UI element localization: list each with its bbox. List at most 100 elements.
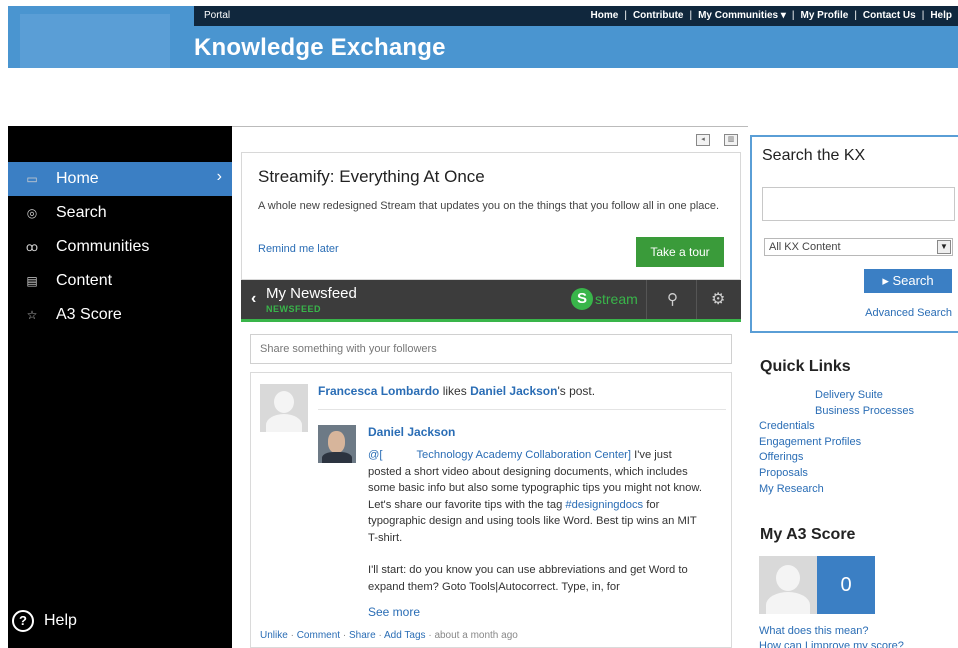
- quick-link[interactable]: Delivery Suite: [759, 388, 914, 404]
- nav-separator: |: [689, 10, 693, 21]
- share-link[interactable]: Share: [349, 630, 376, 641]
- top-nav: Home | Contribute | My Communities ▾ | M…: [591, 10, 952, 21]
- site-title[interactable]: Knowledge Exchange: [194, 34, 446, 62]
- newsfeed-subtitle: NEWSFEED: [266, 304, 322, 314]
- search-panel: Search the KX All KX Content ▼ ▸ Search …: [750, 135, 958, 333]
- document-icon: ▤: [26, 274, 38, 288]
- nav-separator: |: [791, 10, 795, 21]
- nav-separator: |: [921, 10, 925, 21]
- nav-separator: |: [624, 10, 627, 21]
- nav-separator: |: [854, 10, 857, 21]
- take-tour-button[interactable]: Take a tour: [636, 237, 724, 267]
- newsfeed-title: My Newsfeed: [266, 285, 357, 302]
- avatar[interactable]: [260, 384, 308, 432]
- quick-link[interactable]: Engagement Profiles: [759, 435, 914, 451]
- sidebar-item-content[interactable]: ▤ Content: [8, 264, 232, 298]
- promo-card: Streamify: Everything At Once A whole ne…: [241, 152, 741, 280]
- unlike-link[interactable]: Unlike: [260, 630, 288, 641]
- sidebar-item-label: Search: [56, 204, 107, 221]
- comment-link[interactable]: Comment: [297, 630, 340, 641]
- top-nav-my-profile[interactable]: My Profile: [801, 10, 849, 21]
- play-icon: ▸: [882, 273, 889, 288]
- help-label: Help: [44, 612, 77, 629]
- post-timestamp: about a month ago: [434, 630, 518, 641]
- actor-link[interactable]: Francesca Lombardo: [318, 384, 439, 398]
- gear-icon[interactable]: ⚙: [711, 289, 725, 309]
- promo-description: A whole new redesigned Stream that updat…: [258, 200, 720, 212]
- promo-title: Streamify: Everything At Once: [258, 167, 485, 186]
- add-tags-link[interactable]: Add Tags: [384, 630, 426, 641]
- post-paragraph: I'll start: do you know you can use abbr…: [368, 564, 688, 593]
- target-link[interactable]: Daniel Jackson: [470, 384, 557, 398]
- back-chevron-icon[interactable]: ‹: [251, 290, 256, 308]
- advanced-search-link[interactable]: Advanced Search: [865, 307, 952, 319]
- divider: [696, 280, 697, 319]
- top-nav-my-communities[interactable]: My Communities ▾: [698, 10, 786, 21]
- sidebar-item-label: Communities: [56, 238, 150, 255]
- page: Portal Home | Contribute | My Communitie…: [0, 0, 958, 648]
- quick-link[interactable]: Credentials: [759, 419, 914, 435]
- quick-link[interactable]: Offerings: [759, 450, 914, 466]
- remind-later-link[interactable]: Remind me later: [258, 243, 339, 255]
- sidebar-item-label: Home: [56, 170, 99, 187]
- mention-prefix: @[: [368, 449, 383, 461]
- avatar[interactable]: [759, 556, 817, 614]
- post-activity: Francesca Lombardo likes Daniel Jackson'…: [318, 384, 595, 398]
- search-input[interactable]: [762, 187, 955, 221]
- stream-logo: S stream: [571, 288, 638, 310]
- sidebar-item-label: Content: [56, 272, 113, 289]
- sidebar-item-a3-score[interactable]: ☆ A3 Score: [8, 298, 232, 332]
- sidebar-item-label: A3 Score: [56, 306, 122, 323]
- portal-label: Portal: [204, 10, 231, 21]
- post-paragraph: @[ Technology Academy Collaboration Cente…: [368, 447, 703, 546]
- search-button[interactable]: ▸ Search: [864, 269, 952, 293]
- search-scope-select[interactable]: All KX Content ▼: [764, 238, 953, 256]
- top-nav-contribute[interactable]: Contribute: [633, 10, 684, 21]
- sidebar-item-search[interactable]: ◎ Search: [8, 196, 232, 230]
- mention-link[interactable]: Technology Academy Collaboration Center]: [416, 449, 631, 461]
- quick-links-title: Quick Links: [760, 358, 851, 375]
- top-nav-contact-us[interactable]: Contact Us: [863, 10, 916, 21]
- improve-score-link[interactable]: How can I improve my score?: [759, 639, 904, 648]
- chevron-down-icon: ▼: [937, 240, 951, 254]
- quick-link[interactable]: Proposals: [759, 466, 914, 482]
- author-link[interactable]: Daniel Jackson: [368, 425, 455, 439]
- sidebar-item-home[interactable]: ▭ Home ›: [8, 162, 232, 196]
- top-nav-help[interactable]: Help: [930, 10, 952, 21]
- feed-post: Francesca Lombardo likes Daniel Jackson'…: [250, 372, 732, 648]
- see-more-link[interactable]: See more: [368, 605, 420, 619]
- what-does-this-mean-link[interactable]: What does this mean?: [759, 624, 904, 639]
- home-icon: ▭: [26, 172, 38, 186]
- top-nav-home[interactable]: Home: [591, 10, 619, 21]
- a3-links: What does this mean? How can I improve m…: [759, 624, 904, 648]
- communities-icon: ꝏ: [25, 240, 39, 254]
- search-icon[interactable]: ⚲: [667, 290, 678, 308]
- brand-logo-area: [20, 14, 170, 68]
- a3-score-title: My A3 Score: [760, 526, 856, 543]
- collapse-icon[interactable]: ◂: [696, 134, 710, 146]
- search-scope-value: All KX Content: [769, 241, 841, 253]
- author-avatar[interactable]: [318, 425, 356, 463]
- top-header: Portal Home | Contribute | My Communitie…: [8, 6, 958, 68]
- search-panel-title: Search the KX: [762, 147, 866, 164]
- sidebar-item-communities[interactable]: ꝏ Communities: [8, 230, 232, 264]
- quick-link[interactable]: Business Processes: [759, 404, 914, 420]
- quick-link[interactable]: My Research: [759, 482, 914, 498]
- layout-icon[interactable]: ▥: [724, 134, 738, 146]
- post-actions: Unlike · Comment · Share · Add Tags · ab…: [260, 630, 518, 641]
- sidebar: ▭ Home › ◎ Search ꝏ Communities ▤ Conten…: [8, 126, 232, 648]
- star-icon: ☆: [26, 308, 38, 322]
- hashtag-link[interactable]: #designingdocs: [565, 499, 643, 511]
- newsfeed-header: ‹ My Newsfeed NEWSFEED S stream ⚲ ⚙: [241, 280, 741, 322]
- share-input[interactable]: Share something with your followers: [250, 334, 732, 364]
- chevron-right-icon: ›: [216, 168, 222, 185]
- help-icon: ?: [12, 610, 34, 632]
- stream-logo-text: stream: [595, 291, 638, 307]
- divider: [232, 126, 748, 127]
- search-button-label: Search: [892, 273, 934, 288]
- a3-score-value: 0: [817, 556, 875, 614]
- sidebar-help[interactable]: ? Help: [12, 610, 77, 632]
- search-icon: ◎: [26, 206, 38, 220]
- quick-links-list: Delivery Suite Business Processes Creden…: [759, 388, 914, 497]
- stream-icon: S: [571, 288, 593, 310]
